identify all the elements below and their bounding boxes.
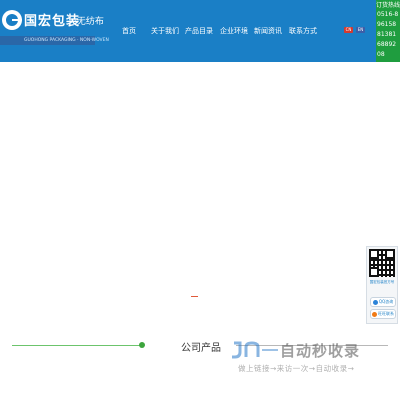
section-divider-left (12, 345, 140, 346)
qr-caption: 国宏包装官方号 (369, 280, 395, 284)
lang-cn-button[interactable]: CN (344, 27, 353, 33)
watermark-overlay: 自动秒收录 做上链接→来访一次→自动收录→ (230, 339, 390, 379)
section-title-products: 公司产品 (181, 343, 221, 354)
logo-title: 国宏包装 (24, 14, 81, 29)
qq-icon (372, 299, 378, 305)
nav-contact[interactable]: 联系方式 (289, 26, 317, 36)
nav-home[interactable]: 首页 (122, 26, 136, 36)
lang-en-button[interactable]: EN (356, 27, 365, 33)
banner-indicator[interactable] (191, 296, 198, 297)
hotline-label: 订货热线 (376, 2, 400, 9)
logo-subtitle: ·无纺布 (74, 17, 104, 27)
nav-about[interactable]: 关于我们 (151, 26, 179, 36)
site-header: 国宏包装 ·无纺布 GUOHONG PACKAGING · NON-WOVEN … (0, 0, 400, 62)
logo-english-bar: GUOHONG PACKAGING · NON-WOVEN (0, 36, 109, 45)
logo-english-text: GUOHONG PACKAGING · NON-WOVEN (24, 38, 109, 43)
watermark-subtext: 做上链接→来访一次→自动收录→ (238, 364, 355, 373)
qr-code-icon (369, 249, 395, 277)
qq-consult-button[interactable]: QQ咨询 (370, 297, 396, 307)
section-dot (139, 342, 145, 348)
logo-mark-icon (2, 10, 22, 30)
wangwang-icon (372, 311, 377, 317)
watermark-logo-icon (232, 341, 278, 359)
wangwang-button[interactable]: 旺旺联系 (370, 309, 396, 319)
hotline-number[interactable]: 0516-89615881381688920​8 (376, 10, 399, 60)
hotline-box: 订货热线 0516-89615881381688920​8 (376, 0, 400, 62)
nav-products[interactable]: 产品目录 (185, 26, 213, 36)
wangwang-label: 旺旺联系 (378, 311, 394, 316)
nav-news[interactable]: 新闻资讯 (254, 26, 282, 36)
site-logo[interactable]: 国宏包装 ·无纺布 GUOHONG PACKAGING · NON-WOVEN (0, 8, 109, 45)
nav-environment[interactable]: 企业环境 (220, 26, 248, 36)
qq-label: QQ咨询 (378, 299, 394, 304)
watermark-text: 自动秒收录 (280, 342, 361, 360)
floating-contact-panel: 国宏包装官方号 QQ咨询 旺旺联系 (366, 246, 398, 324)
